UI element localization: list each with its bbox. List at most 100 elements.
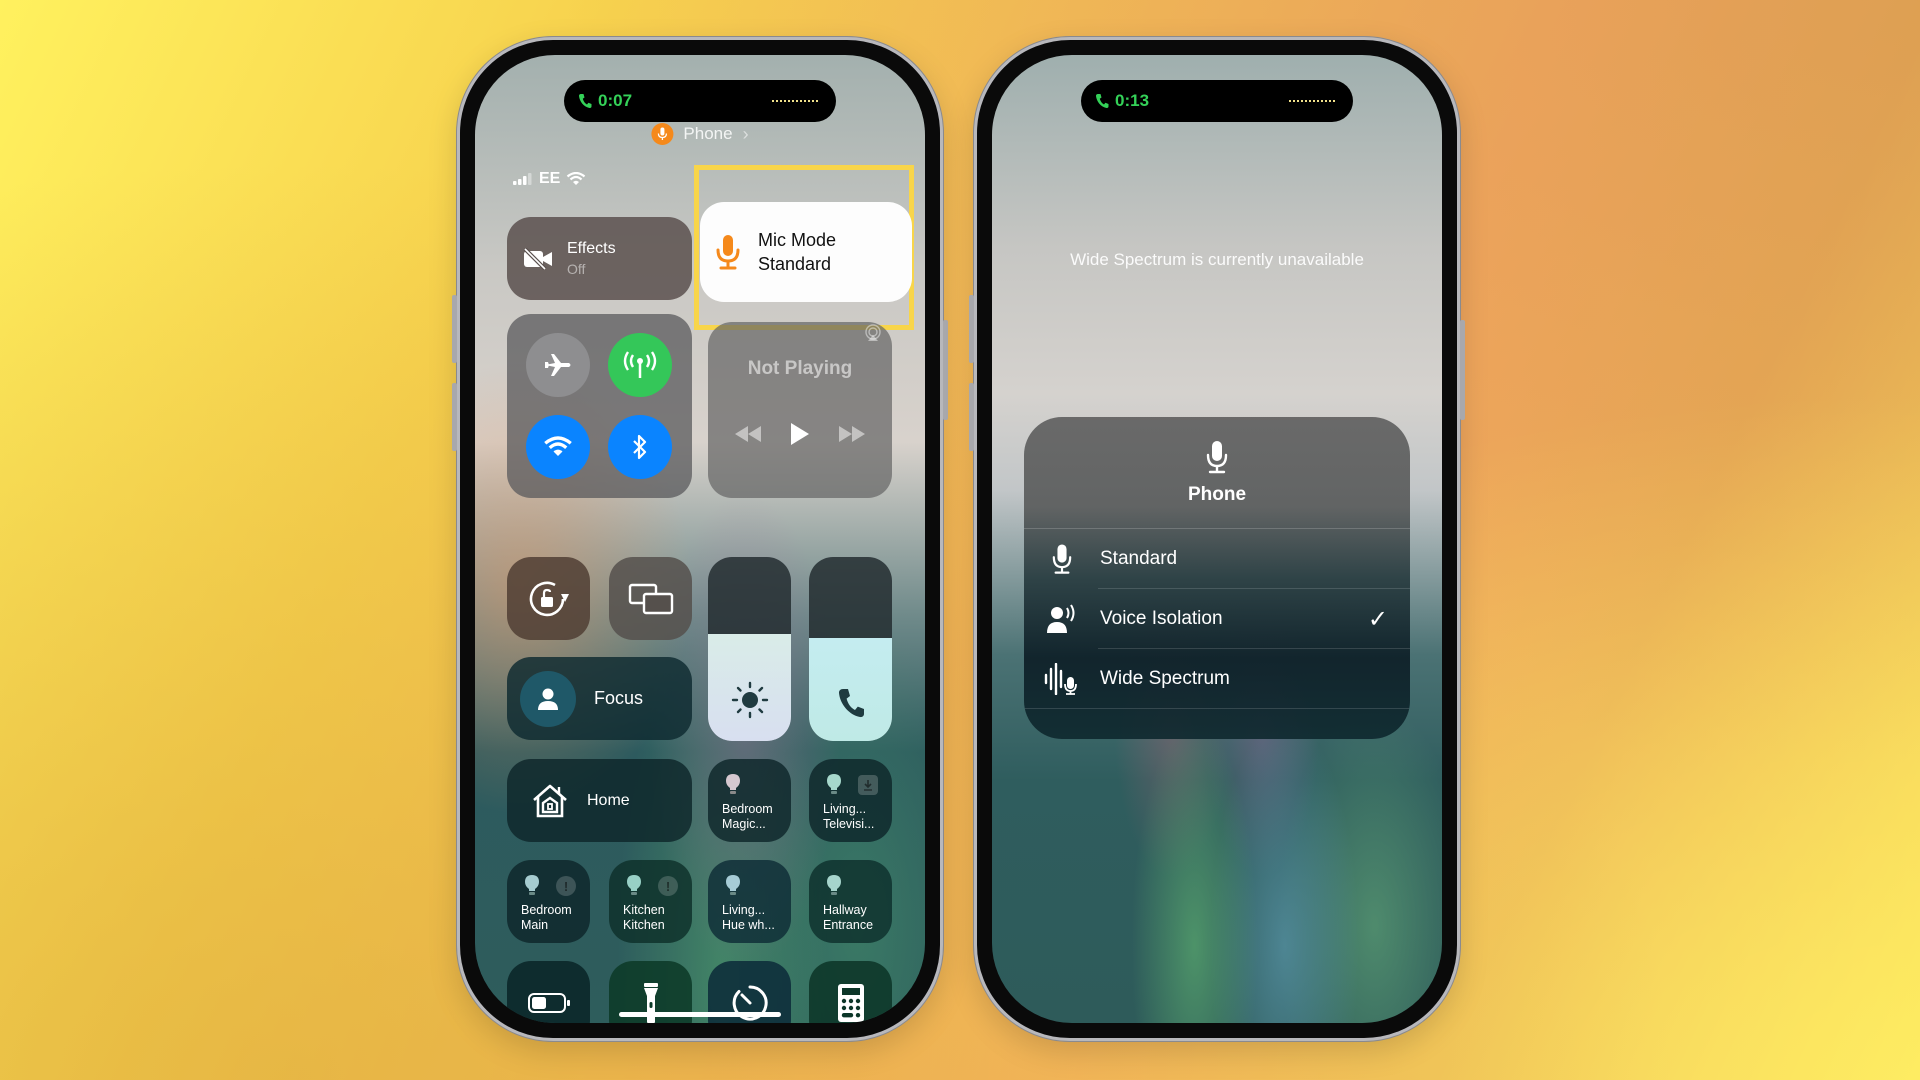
alert-badge-icon: !	[556, 876, 576, 896]
airplane-mode-toggle[interactable]	[526, 333, 590, 397]
control-center-screen: 0:07 Phone › EE Effects Off Mic Mode Sta…	[475, 55, 925, 1023]
bluetooth-toggle[interactable]	[608, 415, 672, 479]
accessory-tile[interactable]: ! Kitchen Kitchen	[609, 860, 692, 943]
accessory-label: Hallway Entrance	[823, 903, 874, 932]
mic-mode-menu-header: Phone	[1024, 417, 1410, 529]
call-indicator: 0:13	[1095, 91, 1149, 111]
accessory-tile[interactable]: Living... Televisi...	[809, 759, 892, 842]
call-volume-slider[interactable]	[809, 557, 892, 741]
call-timer: 0:07	[598, 91, 633, 110]
accessory-label: Living... Televisi...	[823, 802, 875, 831]
accessory-tile[interactable]: Living... Hue wh...	[708, 860, 791, 943]
effects-title: Effects	[567, 240, 616, 257]
unavailable-notice: Wide Spectrum is currently unavailable	[1070, 250, 1364, 269]
wifi-icon	[567, 172, 586, 185]
call-timer: 0:13	[1115, 91, 1150, 110]
checkmark-icon: ✓	[1367, 605, 1388, 633]
voice-isolation-icon	[1047, 604, 1075, 633]
option-label: Voice Isolation	[1100, 608, 1223, 629]
microphone-icon	[1052, 544, 1072, 574]
call-indicator: 0:07	[578, 91, 632, 111]
volume-up-button	[452, 295, 457, 363]
download-icon	[858, 775, 878, 795]
microphone-icon	[1206, 440, 1228, 473]
lightbulb-icon	[726, 774, 740, 794]
effects-status: Off	[567, 261, 586, 277]
orientation-lock-toggle[interactable]	[507, 557, 590, 640]
screen-mirroring-icon	[628, 583, 673, 614]
microphone-icon	[716, 235, 740, 270]
lightbulb-icon	[827, 774, 841, 794]
app-name: Phone	[683, 124, 733, 143]
home-indicator[interactable]	[619, 1012, 781, 1017]
phone-call-icon	[578, 94, 592, 109]
phone-call-icon	[1095, 94, 1109, 109]
status-bar: EE	[513, 170, 586, 188]
connectivity-module	[507, 314, 692, 498]
dynamic-island[interactable]: 0:07	[564, 80, 836, 122]
cellular-signal-icon	[513, 173, 532, 185]
wifi-icon	[544, 436, 572, 456]
lightbulb-icon	[827, 875, 841, 895]
brightness-slider[interactable]	[708, 557, 791, 741]
screen-mirroring-button[interactable]	[609, 557, 692, 640]
mic-mode-menu-title: Phone	[1187, 483, 1247, 505]
mic-option-voice-isolation[interactable]: Voice Isolation ✓	[1024, 589, 1410, 649]
orientation-lock-icon	[529, 581, 569, 616]
accessory-label: Bedroom Magic...	[722, 802, 773, 831]
airplane-icon	[545, 354, 571, 376]
mic-option-wide-spectrum[interactable]: Wide Spectrum	[1024, 649, 1410, 709]
home-button[interactable]: Home	[507, 759, 692, 842]
accessory-tile[interactable]: Hallway Entrance	[809, 860, 892, 943]
accessory-tile[interactable]: Bedroom Magic...	[708, 759, 791, 842]
audio-waveform-icon	[1289, 100, 1335, 102]
chevron-right-icon: ›	[742, 123, 749, 144]
now-playing-module[interactable]: Not Playing	[708, 322, 892, 498]
person-icon	[520, 670, 576, 727]
mic-mode-menu: Phone Standard Voice Isolation ✓ Wide Sp…	[1024, 417, 1410, 739]
option-label: Wide Spectrum	[1100, 668, 1230, 689]
phone-icon	[838, 689, 864, 718]
alert-badge-icon: !	[658, 876, 678, 896]
volume-down-button	[452, 383, 457, 451]
lightbulb-icon	[726, 875, 740, 895]
accessory-label: Living... Hue wh...	[722, 903, 775, 932]
microphone-icon	[651, 123, 674, 145]
wide-spectrum-icon	[1044, 663, 1077, 695]
mic-mode-button[interactable]: Mic Mode Standard	[700, 202, 912, 302]
low-power-mode-toggle[interactable]	[507, 961, 590, 1023]
cellular-data-toggle[interactable]	[608, 333, 672, 397]
lightbulb-icon	[525, 875, 539, 895]
sun-icon	[731, 681, 768, 719]
volume-up-button	[969, 295, 974, 363]
side-button	[1460, 320, 1465, 420]
house-icon	[533, 784, 567, 817]
focus-button[interactable]: Focus	[507, 657, 692, 740]
wifi-toggle[interactable]	[526, 415, 590, 479]
airplay-icon[interactable]	[864, 324, 882, 342]
battery-icon	[527, 992, 570, 1013]
audio-waveform-icon	[772, 100, 818, 102]
volume-down-button	[969, 383, 974, 451]
mic-app-indicator[interactable]: Phone ›	[651, 123, 749, 145]
accessory-label: Bedroom Main	[521, 903, 572, 932]
mic-mode-title: Mic Mode	[758, 230, 837, 250]
dynamic-island[interactable]: 0:13	[1081, 80, 1353, 122]
background	[0, 0, 1920, 1080]
right-phone: 0:13 Wide Spectrum is currently unavaila…	[969, 37, 1465, 1041]
now-playing-title: Not Playing	[747, 358, 853, 379]
option-label: Standard	[1100, 548, 1178, 569]
accessory-tile[interactable]: ! Bedroom Main	[507, 860, 590, 943]
rewind-icon[interactable]	[734, 426, 761, 442]
fast-forward-icon[interactable]	[839, 426, 866, 442]
mic-mode-value: Standard	[758, 254, 832, 274]
play-icon[interactable]	[790, 422, 810, 446]
lightbulb-icon	[627, 875, 641, 895]
focus-label: Focus	[594, 688, 644, 708]
effects-button[interactable]: Effects Off	[507, 217, 692, 300]
side-button	[943, 320, 948, 420]
video-off-icon	[523, 247, 552, 270]
left-phone: 0:07 Phone › EE Effects Off Mic Mode Sta…	[452, 37, 948, 1041]
calculator-button[interactable]	[809, 961, 892, 1023]
mic-option-standard[interactable]: Standard	[1024, 529, 1410, 589]
